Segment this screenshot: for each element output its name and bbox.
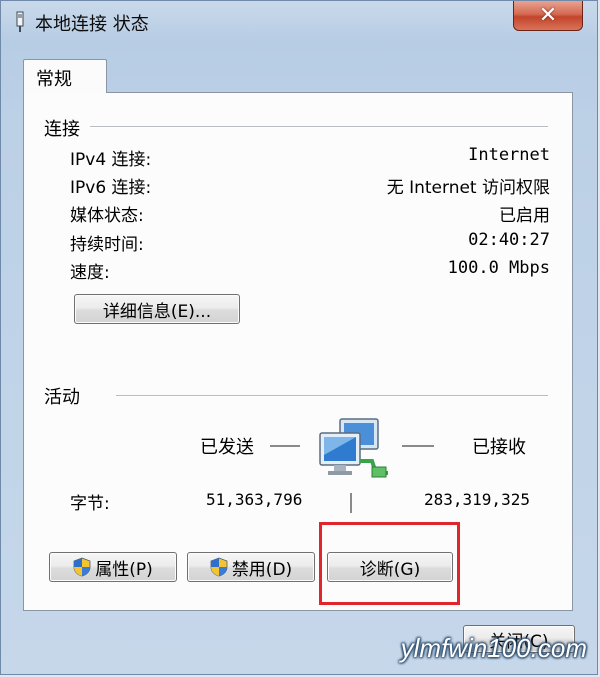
activity-divider-vertical xyxy=(350,493,352,513)
window-title: 本地连接 状态 xyxy=(35,14,149,35)
details-button[interactable]: 详细信息(E)... xyxy=(74,294,240,324)
ipv4-label: IPv4 连接: xyxy=(70,150,152,170)
connection-divider xyxy=(90,126,548,128)
network-computers-icon xyxy=(319,418,388,478)
activity-section-title: 活动 xyxy=(44,387,80,408)
speed-value: 100.0 Mbps xyxy=(447,258,550,278)
network-adapter-icon xyxy=(16,11,24,32)
media-state-value: 已启用 xyxy=(499,206,550,226)
disable-button-label: 禁用(D) xyxy=(231,559,293,580)
ipv4-value: Internet xyxy=(468,145,550,165)
activity-divider xyxy=(116,395,548,397)
tab-general[interactable]: 常规 xyxy=(23,59,107,93)
general-tab-panel: 连接 IPv4 连接: Internet IPv6 连接: 无 Internet… xyxy=(23,92,573,611)
uac-shield-icon xyxy=(73,557,91,577)
connection-section-title: 连接 xyxy=(44,119,80,140)
received-connector-line xyxy=(402,445,434,447)
title-bar: 本地连接 状态 ✕ xyxy=(1,1,597,45)
ipv6-label: IPv6 连接: xyxy=(70,178,152,198)
uac-shield-icon xyxy=(210,557,228,577)
properties-button[interactable]: 属性(P) xyxy=(49,552,177,582)
duration-label: 持续时间: xyxy=(70,235,144,255)
bytes-label: 字节: xyxy=(70,494,110,514)
received-label: 已接收 xyxy=(472,437,526,458)
window-close-button[interactable]: ✕ xyxy=(513,1,583,31)
close-icon: ✕ xyxy=(538,2,558,28)
speed-label: 速度: xyxy=(70,263,110,283)
diagnose-highlight-box xyxy=(319,522,460,605)
status-dialog: 本地连接 状态 ✕ 常规 连接 IPv4 连接: Internet IPv6 连… xyxy=(0,0,598,675)
sent-label: 已发送 xyxy=(200,437,254,458)
bytes-received-value: 283,319,325 xyxy=(424,490,530,509)
bytes-sent-value: 51,363,796 xyxy=(206,490,303,509)
sent-connector-line xyxy=(270,445,300,447)
disable-button[interactable]: 禁用(D) xyxy=(187,552,315,582)
properties-button-label: 属性(P) xyxy=(95,559,153,580)
duration-value: 02:40:27 xyxy=(468,230,550,250)
ipv6-value: 无 Internet 访问权限 xyxy=(386,178,550,198)
watermark: ylmfwin100.com xyxy=(400,633,587,663)
media-state-label: 媒体状态: xyxy=(70,206,144,226)
